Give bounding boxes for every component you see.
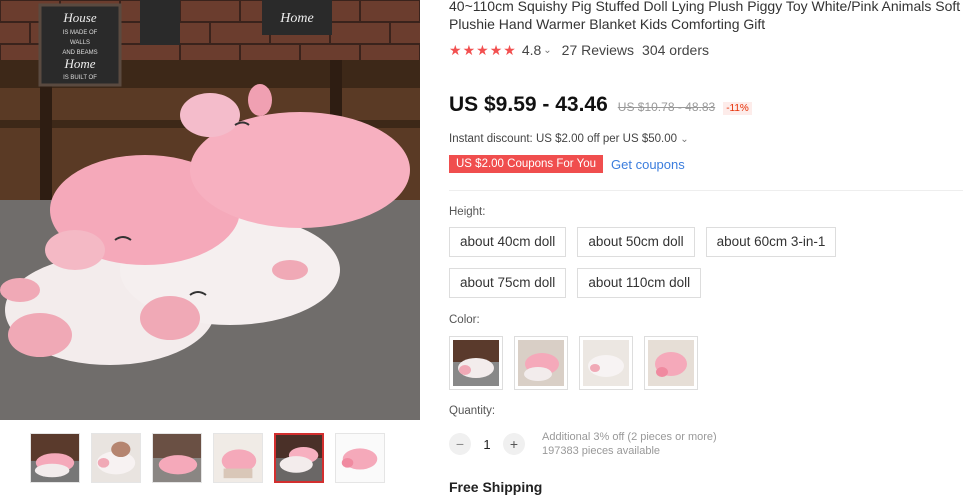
star-icon: ★ [462, 42, 476, 58]
color-swatch-3[interactable] [579, 336, 633, 390]
discount-badge: -11% [723, 102, 752, 115]
rating-row: ★ ★ ★ ★ ★ 4.8 ⌄ 27 Reviews 304 orders [449, 42, 709, 58]
star-icon: ★ [476, 42, 489, 58]
sign-text-house: House [62, 10, 96, 25]
sign-text-home: Home [63, 56, 95, 71]
color-swatch-2[interactable] [514, 336, 568, 390]
quantity-info: Additional 3% off (2 pieces or more) 197… [542, 430, 717, 458]
color-swatch-1[interactable] [449, 336, 503, 390]
star-icon: ★ [489, 42, 503, 58]
bulk-offer-text: Additional 3% off (2 pieces or more) [542, 431, 717, 443]
main-product-image[interactable]: House IS MADE OF WALLS AND BEAMS Home IS… [0, 0, 420, 420]
rating-stars: ★ ★ ★ ★ ★ [449, 43, 516, 57]
divider [449, 190, 963, 191]
height-option-75cm[interactable]: about 75cm doll [449, 268, 567, 298]
height-option-50cm[interactable]: about 50cm doll [577, 227, 695, 257]
reviews-link[interactable]: 27 Reviews [562, 42, 634, 58]
star-icon: ★ [503, 42, 516, 58]
instant-discount[interactable]: Instant discount: US $2.00 off per US $5… [449, 133, 699, 145]
star-icon: ★ [449, 42, 462, 58]
height-options: about 40cm doll about 50cm doll about 60… [449, 227, 963, 298]
color-label: Color: [449, 314, 480, 326]
price-row: US $9.59 - 43.46 US $10.78 - 48.83 -11% [449, 93, 752, 117]
sign-text-right: Home [279, 11, 313, 26]
quantity-label: Quantity: [449, 405, 496, 417]
thumbnail-strip [30, 433, 385, 483]
stock-available: 197383 pieces available [542, 445, 661, 457]
product-gallery: House IS MADE OF WALLS AND BEAMS Home IS… [0, 0, 420, 501]
color-swatch-4[interactable] [644, 336, 698, 390]
quantity-decrease-button[interactable]: − [449, 433, 471, 455]
original-price: US $10.78 - 48.83 [617, 100, 716, 114]
price: US $9.59 - 43.46 [449, 93, 608, 116]
orders-count: 304 orders [642, 42, 709, 58]
rating-value[interactable]: 4.8 [522, 42, 541, 58]
coupon-row: US $2.00 Coupons For You Get coupons [449, 155, 685, 173]
instant-discount-text: Instant discount: US $2.00 off per US $5… [449, 133, 678, 145]
height-option-40cm[interactable]: about 40cm doll [449, 227, 567, 257]
quantity-increase-button[interactable]: + [503, 433, 525, 455]
thumbnail-5[interactable] [274, 433, 324, 483]
chevron-down-icon: ⌄ [680, 134, 689, 145]
product-title: 40~110cm Squishy Pig Stuffed Doll Lying … [449, 0, 961, 32]
quantity-stepper: − 1 + Additional 3% off (2 pieces or mor… [449, 430, 717, 458]
thumbnail-2[interactable] [91, 433, 141, 483]
thumbnail-3[interactable] [152, 433, 202, 483]
get-coupons-link[interactable]: Get coupons [611, 157, 685, 172]
thumbnail-6[interactable] [335, 433, 385, 483]
sign-text-line2: IS MADE OF [63, 30, 98, 36]
quantity-input[interactable]: 1 [471, 437, 503, 452]
coupon-badge: US $2.00 Coupons For You [449, 155, 604, 173]
height-option-110cm[interactable]: about 110cm doll [577, 268, 702, 298]
shipping-info: Free Shipping [449, 479, 543, 495]
product-details: 40~110cm Squishy Pig Stuffed Doll Lying … [449, 0, 963, 501]
height-option-60cm-3in1[interactable]: about 60cm 3-in-1 [705, 227, 837, 257]
chevron-down-icon[interactable]: ⌄ [543, 45, 551, 56]
height-label: Height: [449, 206, 486, 218]
thumbnail-1[interactable] [30, 433, 80, 483]
color-options [449, 336, 698, 390]
sign-text-line6: IS BUILT OF [63, 75, 97, 81]
sign-text-line3: WALLS [70, 40, 90, 46]
thumbnail-4[interactable] [213, 433, 263, 483]
